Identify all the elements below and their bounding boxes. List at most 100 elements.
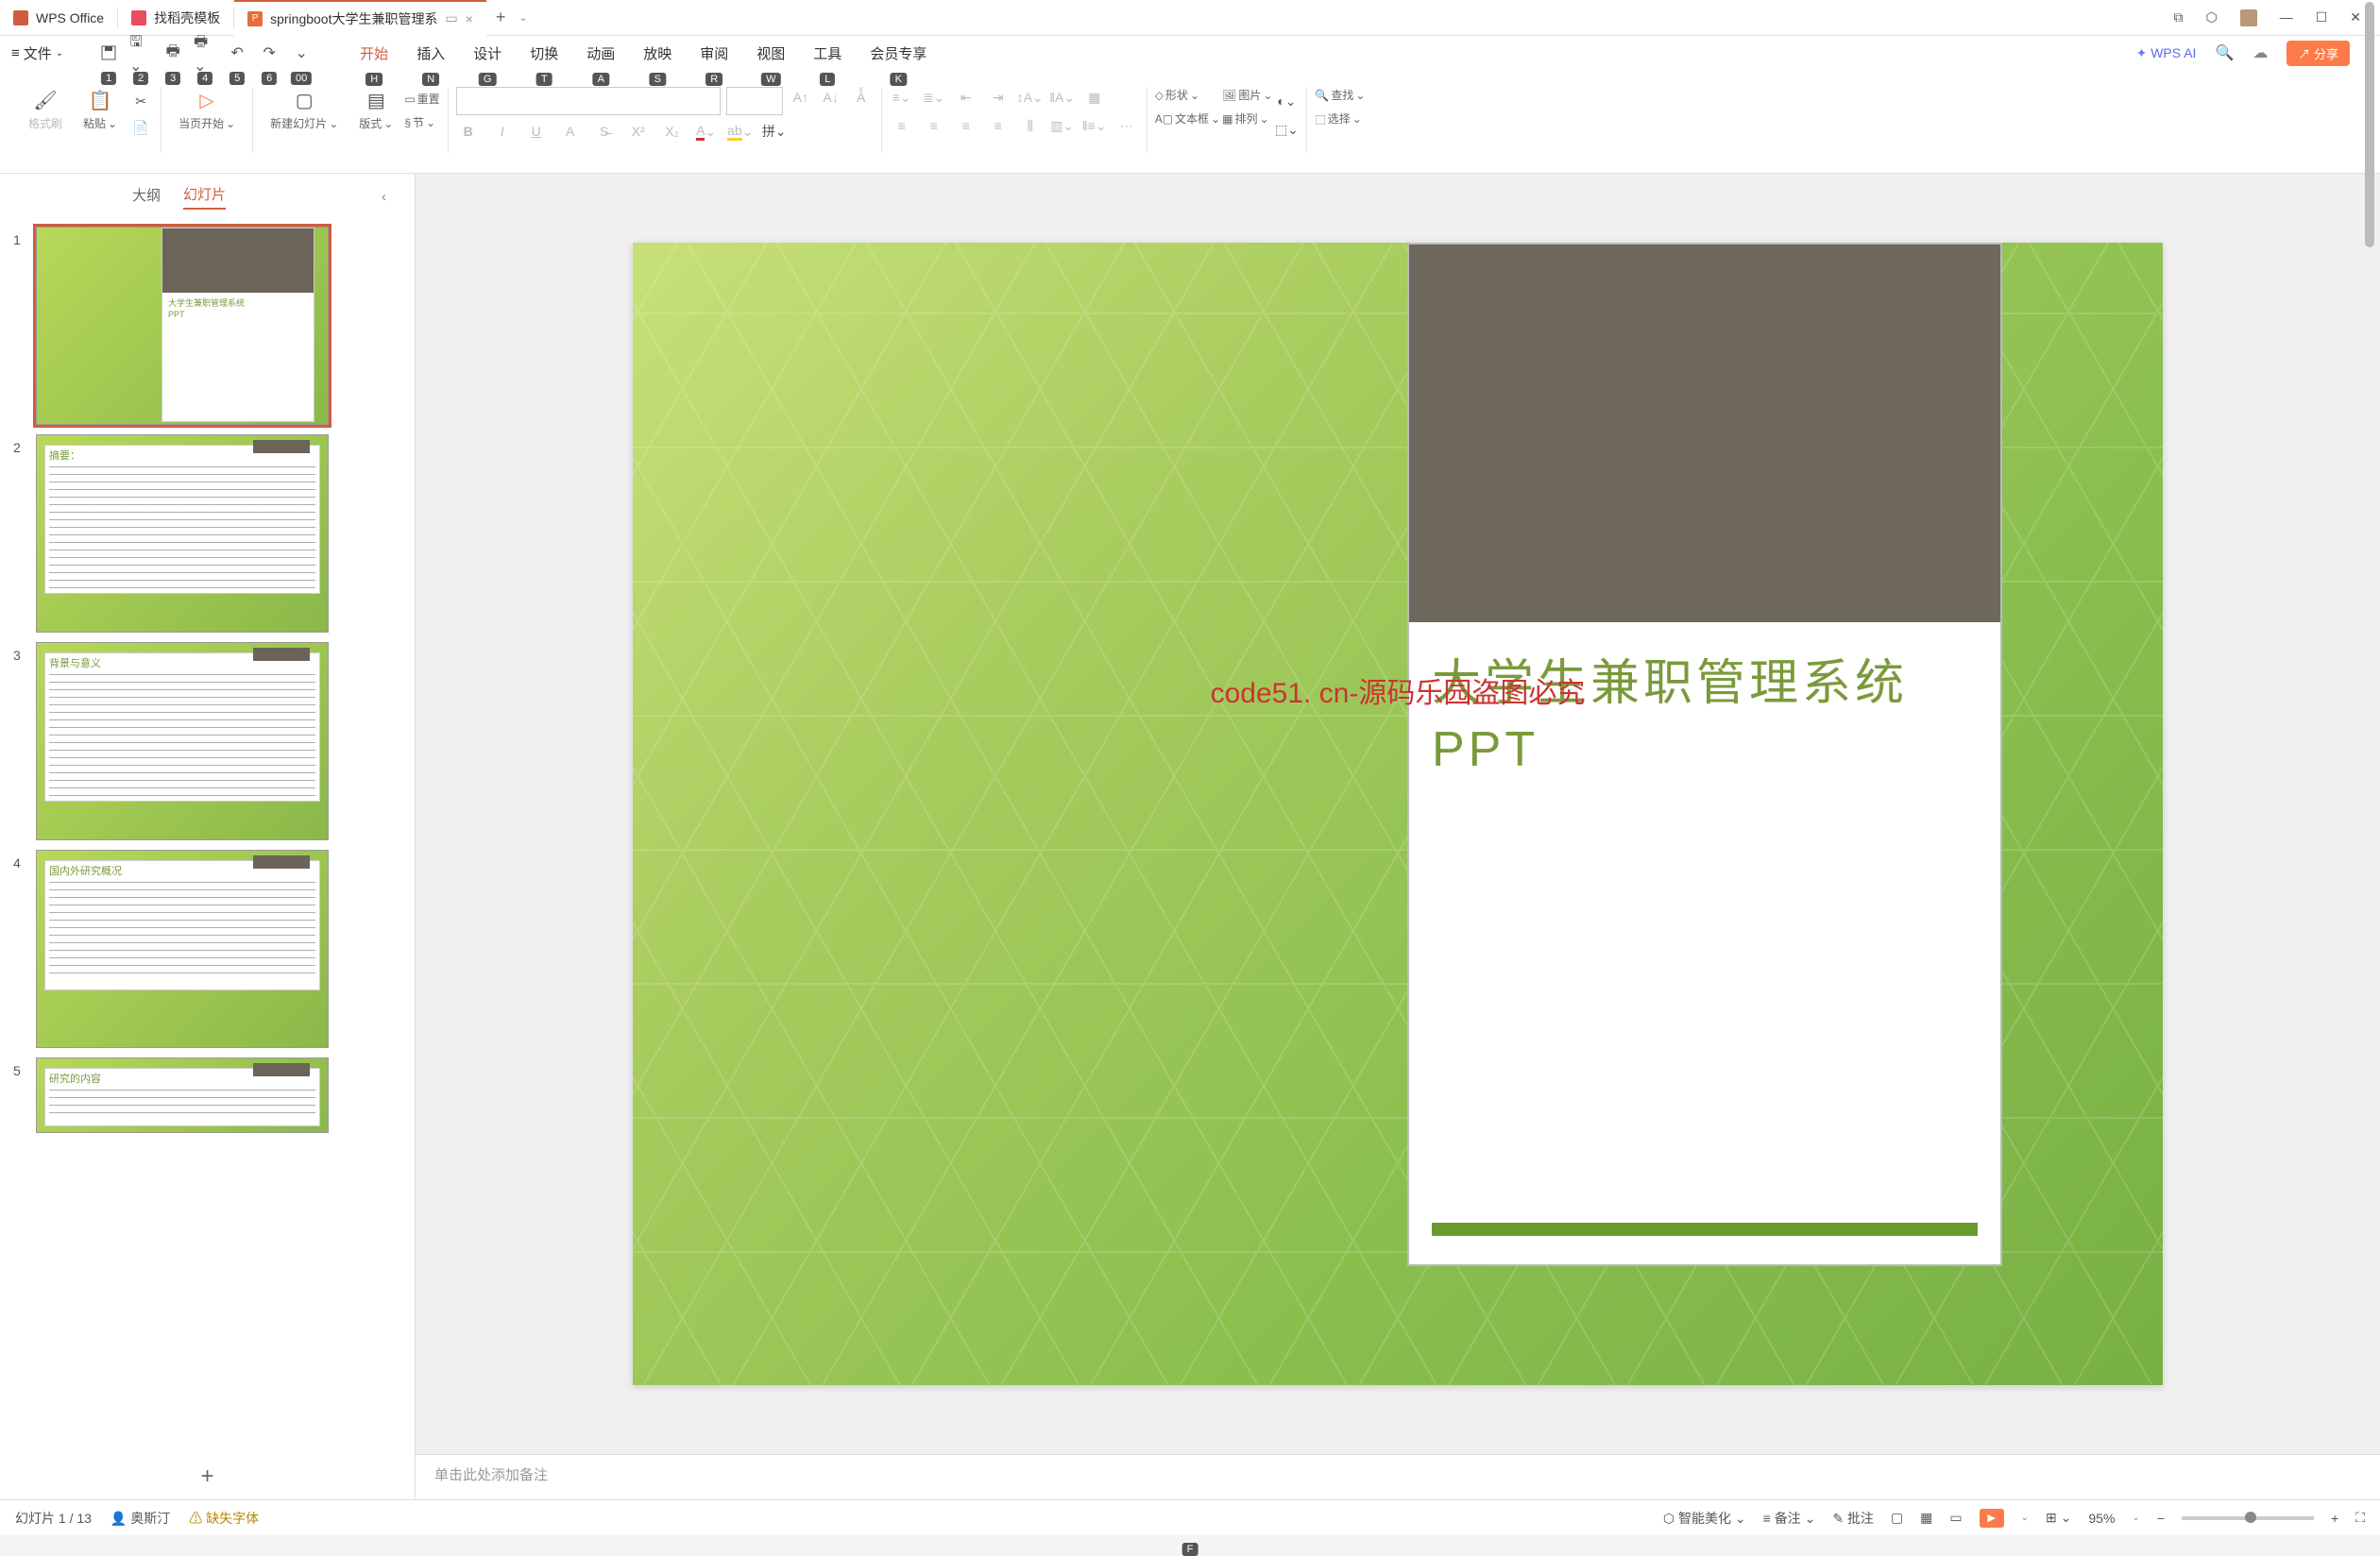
tab-slideshow[interactable]: 放映S	[643, 42, 672, 65]
picture-button[interactable]: 🖼 图片 ⌄	[1222, 87, 1272, 103]
line-spacing-icon[interactable]: ‖A⌄	[1050, 87, 1075, 108]
sorter-view-icon[interactable]: ▦	[1920, 1510, 1932, 1526]
missing-font-warning[interactable]: ⚠ 缺失字体	[189, 1509, 259, 1528]
shape-button[interactable]: ◇ 形状 ⌄	[1155, 87, 1220, 103]
style-icon[interactable]: ◐⌄	[1274, 91, 1299, 111]
align-right-icon[interactable]: ≡	[954, 115, 978, 136]
zoom-out-icon[interactable]: −	[2157, 1511, 2165, 1526]
subscript-icon[interactable]: X₂	[660, 121, 685, 142]
tab-animation[interactable]: 动画A	[586, 42, 615, 65]
arrange-button[interactable]: ▦ 排列 ⌄	[1222, 110, 1272, 127]
beautify-button[interactable]: ⬡ 智能美化 ⌄	[1663, 1509, 1746, 1528]
save-icon[interactable]	[97, 42, 120, 64]
text-direction-icon[interactable]: ↕A⌄	[1018, 87, 1043, 108]
print-icon[interactable]: 🖶	[162, 42, 184, 64]
font-color-icon[interactable]: A⌄	[694, 121, 719, 142]
format-painter-button[interactable]: 🖌格式刷	[28, 87, 62, 131]
share-button[interactable]: ↗ 分享	[2286, 41, 2350, 66]
print-preview-icon[interactable]: 🖶⌄	[194, 42, 216, 64]
outline-tab[interactable]: 大纲	[132, 185, 161, 209]
cut-icon[interactable]: ✂	[128, 91, 153, 111]
grid-settings-icon[interactable]: ⊞ ⌄	[2046, 1510, 2071, 1526]
new-tab-button[interactable]: +	[486, 8, 516, 27]
layout-button[interactable]: ▤版式 ⌄	[359, 87, 393, 131]
tab-insert[interactable]: 插入N	[416, 42, 445, 65]
from-current-button[interactable]: ▷当页开始 ⌄	[178, 87, 235, 131]
clear-format-icon[interactable]: Aͯ	[849, 87, 874, 108]
superscript-icon[interactable]: X²	[626, 121, 651, 142]
decrease-font-icon[interactable]: A↓	[819, 87, 843, 108]
fit-window-icon[interactable]: ⛶	[2355, 1510, 2365, 1526]
align-left-icon[interactable]: ≡	[890, 115, 914, 136]
decrease-indent-icon[interactable]: ⇤	[954, 87, 978, 108]
increase-indent-icon[interactable]: ⇥	[986, 87, 1011, 108]
bold-icon[interactable]: B	[456, 121, 481, 142]
new-tab-dropdown[interactable]: ⌄	[515, 11, 527, 24]
pinyin-icon[interactable]: 拼⌄	[762, 121, 787, 142]
file-menu[interactable]: ≡文件⌄ F	[11, 43, 63, 63]
zoom-slider[interactable]	[2182, 1516, 2314, 1520]
tab-document[interactable]: P springboot大学生兼职管理系 ▭ ×	[234, 0, 486, 36]
line-height-icon[interactable]: ‖≡⌄	[1082, 115, 1107, 136]
tab-vip[interactable]: 会员专享K	[870, 42, 926, 65]
tab-review[interactable]: 审阅R	[700, 42, 728, 65]
cube-icon[interactable]: ⬡	[2205, 9, 2217, 26]
italic-icon[interactable]: I	[490, 121, 515, 142]
presentation-mode-icon[interactable]: ▭	[445, 10, 457, 26]
qat-more-icon[interactable]: ⌄	[290, 42, 313, 64]
select-button[interactable]: ⬚ 选择 ⌄	[1315, 110, 1365, 127]
zoom-value[interactable]: 95%	[2088, 1511, 2115, 1526]
font-family-combo[interactable]	[456, 87, 721, 115]
new-slide-button[interactable]: ▢新建幻灯片 ⌄	[270, 87, 338, 131]
tab-tools[interactable]: 工具L	[813, 42, 842, 65]
align-justify-icon[interactable]: ≡	[986, 115, 1011, 136]
slide-editor[interactable]: code51. cn-源码乐园盗图必究 大学生兼职管理系统 PPT	[416, 174, 2380, 1454]
normal-view-icon[interactable]: ▢	[1891, 1510, 1903, 1526]
redo-icon[interactable]: ↷	[258, 42, 280, 64]
search-icon[interactable]: 🔍	[2215, 43, 2234, 62]
notes-pane[interactable]: 单击此处添加备注	[416, 1454, 2380, 1499]
increase-font-icon[interactable]: A↑	[789, 87, 813, 108]
cloud-icon[interactable]: ☁	[2252, 43, 2268, 62]
slideshow-button[interactable]: ▶	[1980, 1509, 2004, 1528]
tab-view[interactable]: 视图W	[756, 42, 785, 65]
thumbnail-2[interactable]: 摘要：	[36, 434, 329, 633]
distribute-icon[interactable]: ⫼	[1018, 115, 1043, 136]
tab-design[interactable]: 设计G	[473, 42, 502, 65]
section-button[interactable]: § 节 ⌄	[404, 114, 439, 130]
zoom-in-icon[interactable]: +	[2331, 1511, 2338, 1526]
save-as-icon[interactable]: 🖫⌄	[129, 42, 152, 64]
comments-toggle[interactable]: ✎ 批注	[1832, 1509, 1874, 1528]
copy-icon[interactable]: 📄	[128, 117, 153, 138]
maximize-icon[interactable]: ☐	[2316, 9, 2328, 26]
minimize-icon[interactable]: —	[2280, 9, 2293, 26]
undo-icon[interactable]: ↶	[226, 42, 248, 64]
wps-ai-button[interactable]: ✦ WPS AI	[2136, 45, 2197, 61]
align-center-icon[interactable]: ≡	[922, 115, 946, 136]
thumbnail-1[interactable]: 大学生兼职管理系统 PPT	[36, 227, 329, 425]
paste-button[interactable]: 📋粘贴 ⌄	[83, 87, 117, 131]
thumbnail-3[interactable]: 背景与意义	[36, 642, 329, 840]
smartart-icon[interactable]: ▦	[1082, 87, 1107, 108]
font-size-combo[interactable]	[726, 87, 783, 115]
slides-tab[interactable]: 幻灯片	[183, 184, 226, 210]
close-window-icon[interactable]: ✕	[2350, 9, 2361, 26]
highlight-icon[interactable]: ab⌄	[728, 121, 753, 142]
paragraph-more-icon[interactable]: ⋯	[1114, 115, 1139, 136]
thumbnail-5[interactable]: 研究的内容	[36, 1057, 329, 1133]
avatar[interactable]	[2240, 9, 2257, 26]
underline-icon[interactable]: U	[524, 121, 549, 142]
group-icon[interactable]: ⬚⌄	[1274, 119, 1299, 140]
reading-view-icon[interactable]: ▭	[1949, 1510, 1962, 1526]
collapse-panel-icon[interactable]: ‹	[382, 189, 386, 205]
shadow-icon[interactable]: A	[558, 121, 583, 142]
add-slide-button[interactable]: +	[0, 1454, 415, 1499]
tab-wps-office[interactable]: WPS Office	[0, 0, 117, 36]
thumbnail-4[interactable]: 国内外研究概况	[36, 850, 329, 1048]
page-indicator[interactable]: 幻灯片 1 / 13	[15, 1509, 92, 1528]
textbox-button[interactable]: A▢ 文本框 ⌄	[1155, 110, 1220, 127]
slide-card[interactable]: 大学生兼职管理系统 PPT	[1407, 243, 2002, 1266]
tab-transition[interactable]: 切换T	[530, 42, 558, 65]
columns-icon[interactable]: ▥⌄	[1050, 115, 1075, 136]
notes-toggle[interactable]: ≡ 备注 ⌄	[1763, 1509, 1816, 1528]
